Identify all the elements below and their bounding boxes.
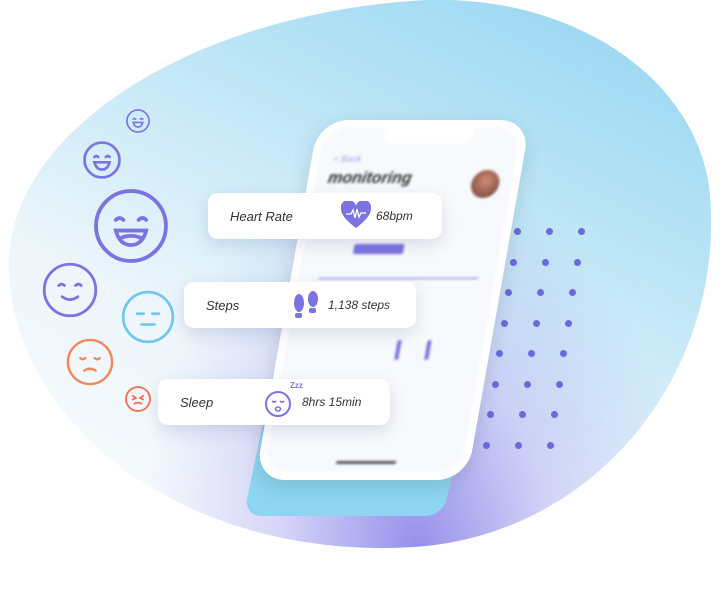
card-value: 8hrs 15min [302,395,362,409]
laughing-emoji-icon [126,109,150,133]
card-label: Sleep [180,394,214,410]
tab-active[interactable] [352,244,405,254]
dot [564,319,572,327]
dot [523,380,531,388]
dot [537,289,544,296]
dot [514,441,522,449]
sad-emoji-icon [66,338,114,386]
dot [541,258,549,266]
content-emoji-icon [42,262,98,318]
dot [546,228,553,235]
dot [555,380,563,388]
avatar[interactable] [468,170,502,198]
card-label: Heart Rate [230,208,293,224]
steps-card[interactable]: Steps 1,138 steps [184,282,416,328]
dot [487,411,494,418]
card-value: 68bpm [376,209,413,223]
dot [532,319,540,327]
dot [482,441,490,449]
dot [505,289,512,296]
dot [519,411,526,418]
chart-bar [394,340,402,360]
sleeping-face-icon [264,389,292,420]
neutral-emoji-icon [121,290,175,344]
dot [573,258,581,266]
dot [500,319,508,327]
chart-line [318,278,479,279]
happy-emoji-icon [83,141,121,179]
heart-rate-card[interactable]: Heart Rate 68bpm [208,193,442,239]
dot [528,350,535,357]
back-link[interactable]: < Back [333,154,363,164]
card-value: 1,138 steps [328,298,391,312]
dot [569,289,576,296]
card-label: Steps [206,297,240,313]
sleep-card[interactable]: Sleep Zzz 8hrs 15min [158,379,390,425]
footprints-icon [292,291,320,322]
dot [496,350,503,357]
dot [546,441,554,449]
phone-notch [382,128,476,144]
zzz-badge: Zzz [290,381,303,390]
grinning-emoji-icon [93,188,169,264]
chart-bar [424,340,432,360]
dot [491,380,499,388]
dot [551,411,558,418]
dot [509,258,517,266]
dot [560,350,567,357]
heart-pulse-icon [340,199,372,232]
screen-title: monitoring [326,170,414,187]
dot [578,228,585,235]
angry-emoji-icon [125,386,151,412]
home-indicator [335,461,397,464]
dot [514,228,521,235]
